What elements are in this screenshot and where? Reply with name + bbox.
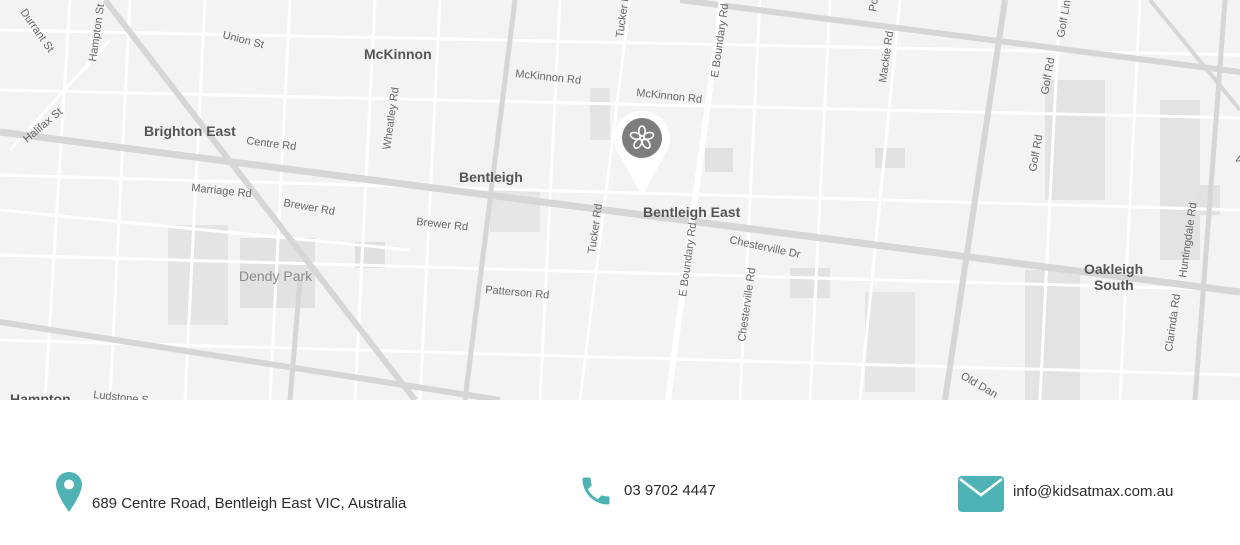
map[interactable]: Durrant St Hampton St Union St McKinnon …: [0, 0, 1240, 400]
email-item[interactable]: info@kidsatmax.com.au: [958, 476, 1173, 512]
map-area: [865, 292, 915, 392]
street-label: McKinnon Rd: [636, 87, 703, 106]
suburb-label: South: [1094, 277, 1134, 293]
street-label: Golf Lin: [1055, 0, 1073, 39]
suburb-label: Bentleigh: [459, 169, 523, 185]
street-label: Po: [867, 0, 881, 12]
map-area: [705, 148, 733, 172]
map-area: [875, 148, 905, 168]
suburb-label: Bentleigh East: [643, 204, 741, 220]
map-area: [1025, 270, 1080, 400]
map-marker[interactable]: [614, 110, 671, 196]
phone-text: 03 9702 4447: [624, 481, 716, 499]
street-label: Patterson Rd: [485, 284, 550, 302]
street-label: E Boundary Rd: [677, 222, 699, 298]
map-pin-icon: [56, 472, 82, 512]
street-label: Tucker R: [614, 0, 632, 38]
address-item[interactable]: 689 Centre Road, Bentleigh East VIC, Aus…: [56, 472, 406, 512]
street-label: Chesterville Dr: [728, 234, 801, 261]
street-label: Centre Rd: [246, 135, 297, 153]
phone-icon: [582, 477, 610, 505]
map-area: [790, 268, 830, 298]
street-label: Wheatley Rd: [381, 86, 402, 150]
street-label: Old Dan: [959, 370, 1000, 400]
phone-item[interactable]: 03 9702 4447: [578, 472, 716, 510]
street-label: Chesterville Rd: [736, 267, 758, 343]
suburb-label: Oakleigh: [1084, 261, 1143, 277]
contact-bar: 689 Centre Road, Bentleigh East VIC, Aus…: [0, 400, 1240, 545]
street-label: Golf Rd: [1027, 134, 1045, 173]
suburb-label: Hampton: [10, 391, 71, 400]
park-label: Dendy Park: [239, 268, 313, 284]
street-label: Brewer Rd: [282, 197, 335, 218]
street-label: Union St: [221, 29, 265, 51]
email-text: info@kidsatmax.com.au: [1013, 482, 1174, 500]
street-label: McKinnon Rd: [515, 68, 582, 87]
street-label: Marriage Rd: [191, 182, 252, 200]
map-area: [168, 225, 228, 325]
map-area: [590, 88, 610, 140]
envelope-icon: [958, 476, 1004, 512]
address-text: 689 Centre Road, Bentleigh East VIC, Aus…: [92, 494, 407, 512]
street-label: E Boundary Rd: [709, 3, 731, 79]
street-label: V: [1231, 154, 1240, 167]
map-canvas[interactable]: Durrant St Hampton St Union St McKinnon …: [0, 0, 1240, 400]
suburb-label: Brighton East: [144, 123, 236, 139]
street-label: Clarinda Rd: [1163, 293, 1183, 352]
suburb-label: McKinnon: [364, 46, 432, 62]
street-label: Brewer Rd: [416, 216, 469, 233]
street-label: Ludstone S: [93, 389, 150, 400]
